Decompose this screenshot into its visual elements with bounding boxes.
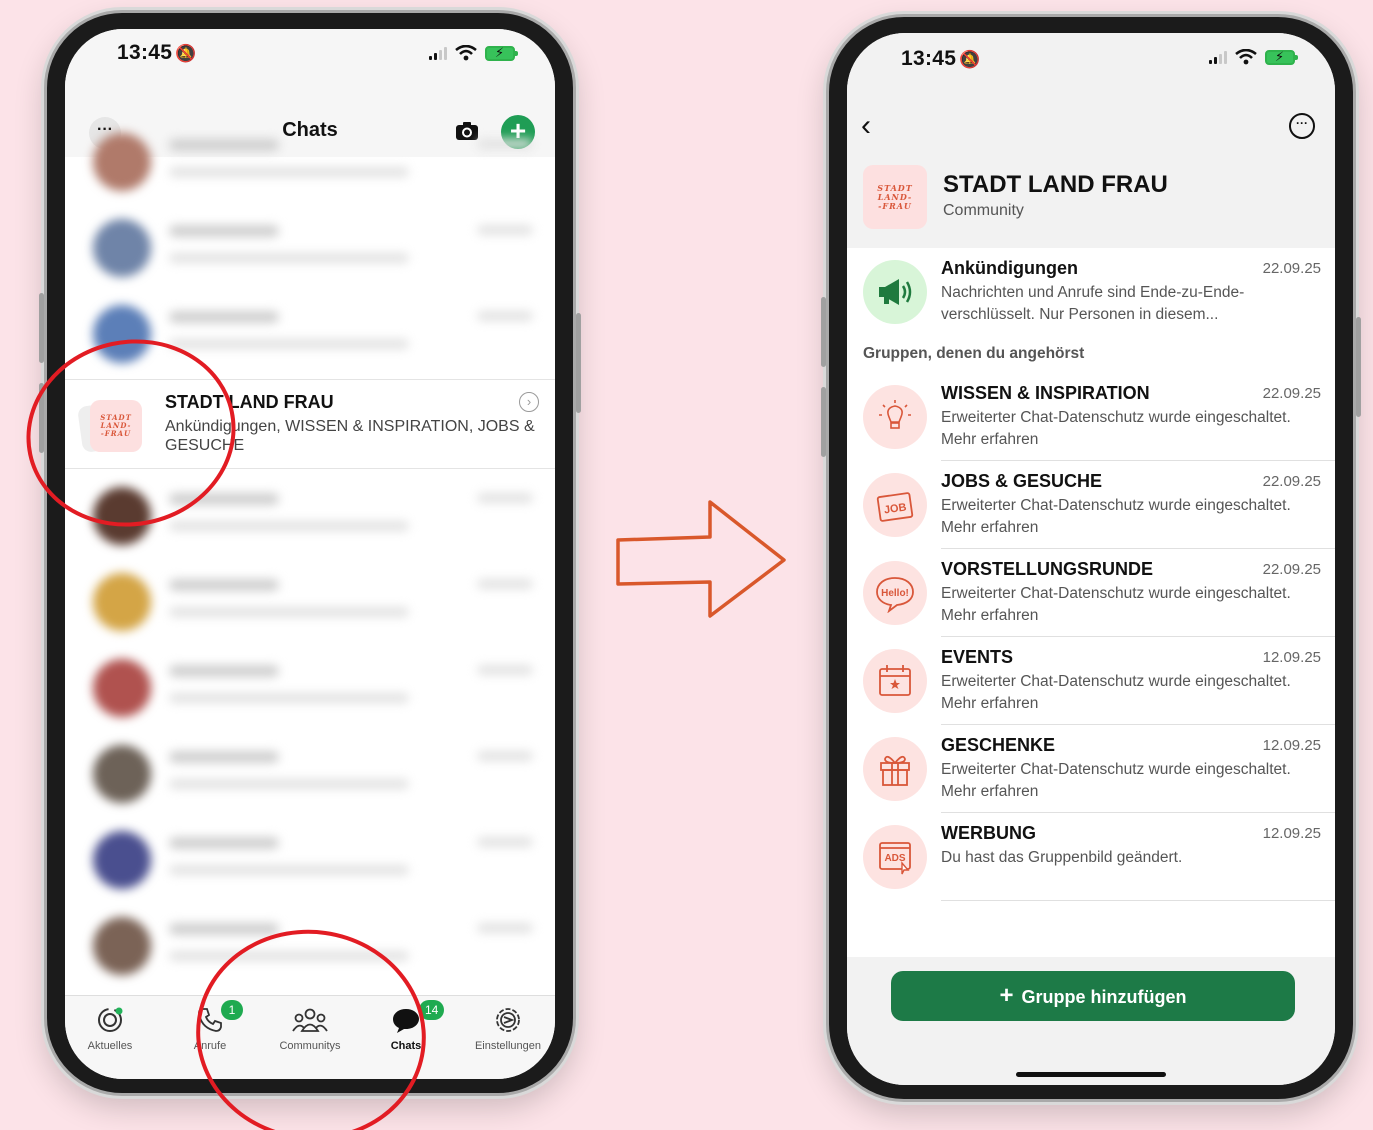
signal-icon xyxy=(1209,50,1227,64)
group-name: GESCHENKE xyxy=(941,735,1056,755)
megaphone-icon xyxy=(863,260,927,324)
lightbulb-icon xyxy=(863,385,927,449)
chevron-right-icon[interactable]: › xyxy=(519,392,539,412)
svg-text:Hello!: Hello! xyxy=(881,588,909,599)
tab-aktuelles[interactable]: Aktuelles xyxy=(65,1004,155,1052)
community-subtitle: Community xyxy=(943,202,1024,219)
right-phone-screen: 13:45 🔕 ⚡ ‹ ··· STADT LAND- -FRAU STADT L… xyxy=(847,33,1335,1085)
group-row-events[interactable]: EVENTS 12.09.25 Erweiterter Chat-Datensc… xyxy=(847,637,1335,725)
battery-charging-icon: ⚡ xyxy=(485,45,518,61)
chat-row-blurred[interactable] xyxy=(65,731,555,817)
back-chevron-icon[interactable]: ‹ xyxy=(861,111,891,143)
group-message: Erweiterter Chat-Datenschutz wurde einge… xyxy=(941,585,1291,624)
phone-side-button xyxy=(1356,317,1361,417)
group-date: 22.09.25 xyxy=(1262,561,1321,578)
svg-text:JOB: JOB xyxy=(883,501,907,516)
more-options-icon[interactable]: ··· xyxy=(1289,113,1315,139)
group-date: 12.09.25 xyxy=(1262,825,1321,842)
chat-row-blurred[interactable] xyxy=(65,645,555,731)
group-row-wissen-inspiration[interactable]: WISSEN & INSPIRATION 22.09.25 Erweiterte… xyxy=(847,373,1335,461)
group-name: WERBUNG xyxy=(941,823,1036,843)
status-bar: 13:45 🔕 ⚡ xyxy=(847,33,1335,93)
wifi-icon xyxy=(455,45,477,61)
status-bar: 13:45 🔕 ⚡ xyxy=(65,29,555,89)
plus-icon: + xyxy=(999,982,1014,1009)
add-group-label: Gruppe hinzufügen xyxy=(1021,987,1187,1007)
group-name: WISSEN & INSPIRATION xyxy=(941,383,1150,403)
group-message: Du hast das Gruppenbild geändert. xyxy=(941,849,1183,866)
announcements-name: Ankündigungen xyxy=(941,258,1078,278)
chat-row-blurred[interactable] xyxy=(65,559,555,645)
ads-icon: ADS xyxy=(863,825,927,889)
group-message: Erweiterter Chat-Datenschutz wurde einge… xyxy=(941,409,1291,448)
hello-bubble-icon: Hello! xyxy=(863,561,927,625)
group-date: 22.09.25 xyxy=(1262,385,1321,402)
settings-gear-icon xyxy=(496,1008,520,1032)
chat-row-blurred[interactable] xyxy=(65,205,555,291)
community-header: 13:45 🔕 ⚡ ‹ ··· STADT LAND- -FRAU STADT L… xyxy=(847,33,1335,248)
arrow-right-icon xyxy=(616,500,786,618)
group-row-geschenke[interactable]: GESCHENKE 12.09.25 Erweiterter Chat-Date… xyxy=(847,725,1335,813)
job-sign-icon: JOB xyxy=(863,473,927,537)
announcements-message: Nachrichten und Anrufe sind Ende-zu-Ende… xyxy=(941,284,1245,323)
group-name: JOBS & GESUCHE xyxy=(941,471,1103,491)
home-indicator xyxy=(1016,1072,1166,1077)
right-phone-frame: 13:45 🔕 ⚡ ‹ ··· STADT LAND- -FRAU STADT L… xyxy=(821,14,1361,1102)
stadt-land-frau-logo: STADT LAND- -FRAU xyxy=(863,165,927,229)
status-time: 13:45 🔕 xyxy=(901,47,981,70)
groups-section-label: Gruppen, denen du angehörst xyxy=(863,345,1085,362)
group-row-werbung[interactable]: ADS WERBUNG 12.09.25 Du hast das Gruppen… xyxy=(847,813,1335,901)
group-date: 12.09.25 xyxy=(1262,649,1321,666)
phone-side-button xyxy=(39,293,44,363)
community-title: STADT LAND FRAU xyxy=(943,171,1168,198)
chat-row-blurred[interactable] xyxy=(65,817,555,903)
gift-icon xyxy=(863,737,927,801)
group-message: Erweiterter Chat-Datenschutz wurde einge… xyxy=(941,497,1291,536)
status-updates-icon xyxy=(98,1007,123,1032)
bottom-action-area: + Gruppe hinzufügen xyxy=(847,957,1335,1085)
group-name: VORSTELLUNGSRUNDE xyxy=(941,559,1154,579)
add-group-button[interactable]: + Gruppe hinzufügen xyxy=(891,971,1295,1021)
bell-muted-icon: 🔕 xyxy=(175,44,197,63)
chat-row-blurred[interactable] xyxy=(65,119,555,205)
group-message: Erweiterter Chat-Datenschutz wurde einge… xyxy=(941,673,1291,712)
wifi-icon xyxy=(1235,49,1257,65)
tab-einstellungen[interactable]: Einstellungen xyxy=(463,1004,553,1052)
svg-text:ADS: ADS xyxy=(884,853,905,864)
announcements-row[interactable]: Ankündigungen 22.09.25 Nachrichten und A… xyxy=(847,248,1335,336)
group-name: EVENTS xyxy=(941,647,1014,667)
signal-icon xyxy=(429,46,447,60)
group-row-jobs-gesuche[interactable]: JOB JOBS & GESUCHE 22.09.25 Erweiterter … xyxy=(847,461,1335,549)
phone-side-button xyxy=(576,313,581,413)
phone-side-button xyxy=(821,297,826,367)
status-time: 13:45 🔕 xyxy=(117,41,197,64)
group-row-vorstellungsrunde[interactable]: Hello! VORSTELLUNGSRUNDE 22.09.25 Erweit… xyxy=(847,549,1335,637)
group-date: 12.09.25 xyxy=(1262,737,1321,754)
group-date: 22.09.25 xyxy=(1262,473,1321,490)
left-phone-screen: 13:45 🔕 ⚡ ··· Chats + STADT LAND- -FRAU S… xyxy=(65,29,555,1079)
calendar-icon xyxy=(863,649,927,713)
status-icons: ⚡ xyxy=(429,45,518,61)
status-icons: ⚡ xyxy=(1209,49,1298,65)
announcements-date: 22.09.25 xyxy=(1262,260,1321,277)
battery-charging-icon: ⚡ xyxy=(1265,49,1298,65)
bell-muted-icon: 🔕 xyxy=(959,50,981,69)
phone-side-button xyxy=(821,387,826,457)
group-message: Erweiterter Chat-Datenschutz wurde einge… xyxy=(941,761,1291,800)
